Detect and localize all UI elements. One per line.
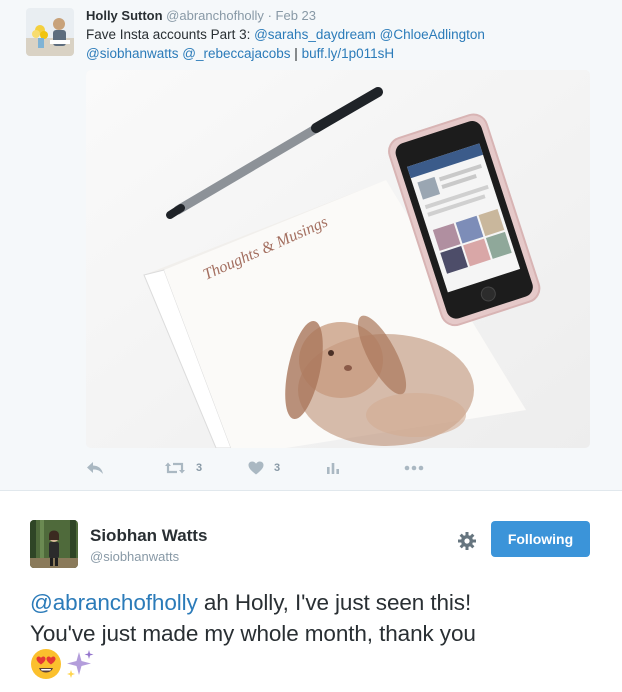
author-name[interactable]: Holly Sutton (86, 8, 163, 23)
sparkles-emoji (64, 648, 96, 680)
analytics-icon (326, 461, 340, 475)
reply-author-name[interactable]: Siobhan Watts (90, 526, 207, 546)
header-separator: · (267, 8, 272, 23)
reply-button[interactable] (86, 458, 104, 478)
mention-link[interactable]: @_rebeccajacobs (182, 46, 290, 61)
more-button[interactable] (404, 458, 424, 478)
tweet-text: Fave Insta accounts Part 3: @sarahs_dayd… (86, 25, 586, 63)
mention-link[interactable]: @sarahs_daydream (254, 27, 376, 42)
reply-text-line1: ah Holly, I've just seen this! (197, 590, 472, 615)
reply-icon (86, 461, 104, 475)
like-button[interactable]: 3 (248, 458, 280, 478)
mention-link[interactable]: @ChloeAdlington (380, 27, 485, 42)
tweet-header: Holly Sutton @abranchofholly · Feb 23 (86, 8, 316, 23)
retweet-count: 3 (196, 462, 203, 474)
like-count: 3 (274, 462, 281, 474)
more-icon (404, 465, 424, 471)
heart-eyes-emoji (30, 648, 62, 680)
reply-mention-link[interactable]: @abranchofholly (30, 590, 198, 615)
siobhan-avatar[interactable] (30, 520, 78, 568)
reply-text: @abranchofholly ah Holly, I've just seen… (30, 587, 610, 649)
analytics-button[interactable] (326, 458, 340, 478)
heart-icon (248, 461, 264, 475)
tweet-photo[interactable]: Thoughts & Musings (86, 70, 590, 448)
reply-text-line2: You've just made my whole month, thank y… (30, 621, 476, 646)
quoted-tweet-area: Holly Sutton @abranchofholly · Feb 23 Fa… (0, 0, 622, 490)
following-button[interactable]: Following (491, 521, 590, 557)
retweet-icon (164, 461, 186, 475)
gear-icon[interactable] (456, 530, 478, 552)
reply-emojis (30, 648, 96, 680)
retweet-button[interactable]: 3 (164, 458, 202, 478)
url-link[interactable]: buff.ly/1p011sH (302, 46, 395, 61)
tweet-date[interactable]: Feb 23 (276, 8, 316, 23)
divider (0, 490, 622, 491)
tweet-actions: 3 3 (86, 458, 486, 478)
mention-link[interactable]: @siobhanwatts (86, 46, 179, 61)
reply-author-handle[interactable]: @siobhanwatts (90, 549, 179, 564)
tweet-text-prefix: Fave Insta accounts Part 3: (86, 27, 255, 42)
holly-avatar[interactable] (26, 8, 74, 56)
pipe-separator: | (290, 46, 302, 61)
author-handle[interactable]: @abranchofholly (166, 8, 264, 23)
